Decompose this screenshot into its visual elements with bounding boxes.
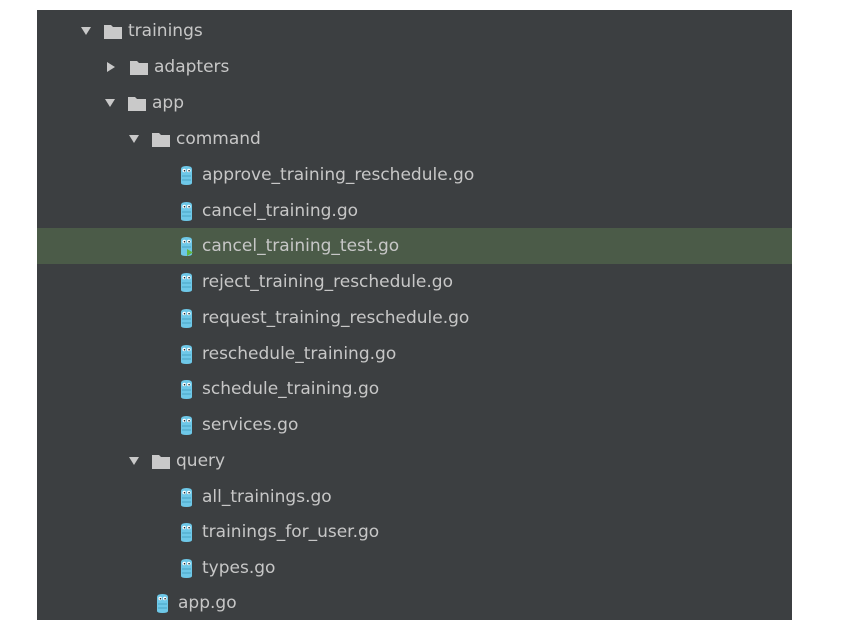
tree-file-trainings-for-user[interactable]: trainings_for_user.go [37, 514, 792, 550]
folder-icon [152, 454, 170, 469]
tree-node-label: query [176, 451, 226, 471]
go-file-icon [180, 273, 193, 292]
go-file-icon [180, 380, 193, 399]
folder-icon [152, 132, 170, 147]
go-file-icon [180, 309, 193, 328]
tree-file-services[interactable]: services.go [37, 407, 792, 443]
expand-arrow-down-icon[interactable] [81, 27, 91, 35]
expand-arrow-right-icon[interactable] [107, 62, 115, 72]
go-file-icon [156, 594, 169, 613]
go-test-file-icon [180, 237, 193, 256]
tree-node-app[interactable]: app [37, 85, 792, 121]
tree-file-label: approve_training_reschedule.go [202, 165, 475, 185]
tree-file-types[interactable]: types.go [37, 550, 792, 586]
project-tree-panel: trainings adapters app command approve_t… [37, 10, 792, 620]
go-file-icon [180, 488, 193, 507]
tree-file-label: all_trainings.go [202, 487, 332, 507]
expand-arrow-down-icon[interactable] [129, 135, 139, 143]
tree-node-label: app [152, 93, 184, 113]
tree-file-label: types.go [202, 558, 276, 578]
tree-file-schedule-training[interactable]: schedule_training.go [37, 371, 792, 407]
tree-file-label: request_training_reschedule.go [202, 308, 470, 328]
folder-icon [130, 60, 148, 75]
go-file-icon [180, 523, 193, 542]
tree-node-label: adapters [154, 57, 230, 77]
tree-node-label: command [176, 129, 261, 149]
tree-file-label: services.go [202, 415, 299, 435]
tree-file-reschedule-training[interactable]: reschedule_training.go [37, 336, 792, 372]
tree-file-label: app.go [178, 593, 237, 613]
tree-file-request-training-reschedule[interactable]: request_training_reschedule.go [37, 300, 792, 336]
folder-icon [128, 96, 146, 111]
go-file-icon [180, 166, 193, 185]
tree-file-label: cancel_training.go [202, 201, 359, 221]
tree-node-command[interactable]: command [37, 121, 792, 157]
tree-node-trainings[interactable]: trainings [37, 13, 792, 49]
tree-file-cancel-training-test[interactable]: cancel_training_test.go [37, 228, 792, 264]
tree-file-app-go[interactable]: app.go [37, 585, 792, 620]
tree-file-label: cancel_training_test.go [202, 236, 400, 256]
tree-file-all-trainings[interactable]: all_trainings.go [37, 479, 792, 515]
go-file-icon [180, 345, 193, 364]
go-file-icon [180, 559, 193, 578]
tree-file-label: reschedule_training.go [202, 344, 397, 364]
expand-arrow-down-icon[interactable] [105, 99, 115, 107]
go-file-icon [180, 416, 193, 435]
tree-node-query[interactable]: query [37, 443, 792, 479]
expand-arrow-down-icon[interactable] [129, 457, 139, 465]
tree-node-label: trainings [128, 21, 203, 41]
tree-node-adapters[interactable]: adapters [37, 49, 792, 85]
tree-file-label: reject_training_reschedule.go [202, 272, 453, 292]
tree-file-approve-training-reschedule[interactable]: approve_training_reschedule.go [37, 157, 792, 193]
folder-icon [104, 24, 122, 39]
tree-file-label: trainings_for_user.go [202, 522, 380, 542]
go-file-icon [180, 202, 193, 221]
tree-file-cancel-training[interactable]: cancel_training.go [37, 193, 792, 229]
tree-file-reject-training-reschedule[interactable]: reject_training_reschedule.go [37, 264, 792, 300]
tree-file-label: schedule_training.go [202, 379, 380, 399]
